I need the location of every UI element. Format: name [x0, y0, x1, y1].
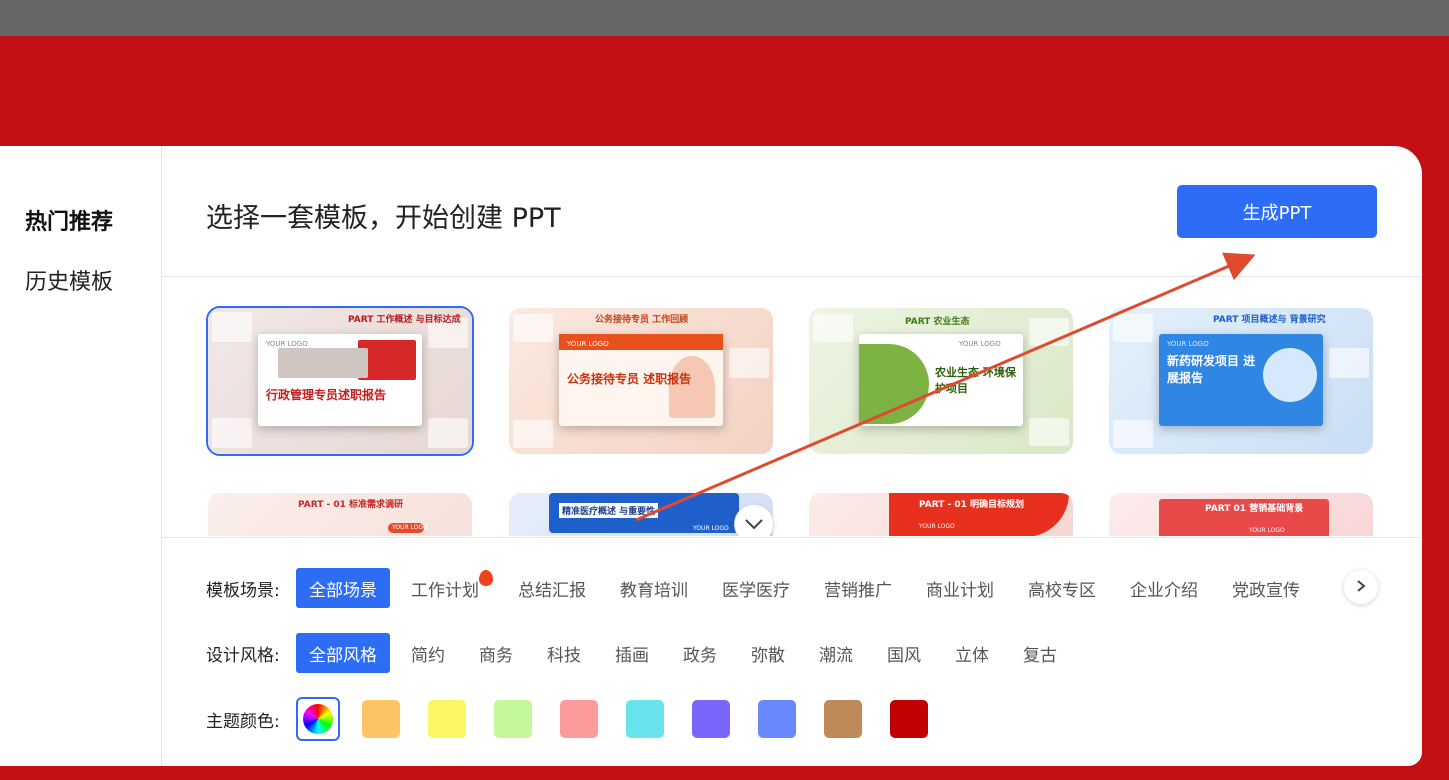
color-swatch[interactable]: [824, 700, 862, 738]
browser-topbar: [0, 0, 1449, 36]
template-part-label: PART 项目概述与 背景研究: [1213, 315, 1326, 325]
chevron-right-icon: [1356, 578, 1366, 597]
style-chip-tech[interactable]: 科技: [534, 633, 594, 673]
style-chip-3d[interactable]: 立体: [942, 633, 1002, 673]
filter-panel: 模板场景: 全部场景 工作计划 总结汇报 教育培训 医学医疗 营销推广 商业计划…: [162, 537, 1422, 766]
template-panel: 热门推荐 历史模板 选择一套模板，开始创建 PPT 生成PPT PART 工作概…: [0, 146, 1422, 766]
template-title: 行政管理专员述职报告: [266, 388, 387, 402]
header: 选择一套模板，开始创建 PPT 生成PPT: [162, 146, 1422, 277]
template-logo: YOUR LOGO: [392, 524, 428, 531]
template-cover: YOUR LOGO 公务接待专员 述职报告: [559, 334, 723, 426]
scene-filter-row: 模板场景: 全部场景 工作计划 总结汇报 教育培训 医学医疗 营销推广 商业计划…: [206, 568, 1321, 608]
scene-chip-work-plan[interactable]: 工作计划: [398, 568, 497, 608]
template-logo: YOUR LOGO: [266, 340, 308, 348]
style-chip-business[interactable]: 商务: [466, 633, 526, 673]
scene-chip-campus[interactable]: 高校专区: [1015, 568, 1109, 608]
template-cover: YOUR LOGO 农业生态 环境保护项目: [859, 334, 1023, 426]
style-chip-simple[interactable]: 简约: [398, 633, 458, 673]
rainbow-wheel-icon: [303, 704, 333, 734]
sidebar-item-hot[interactable]: 热门推荐: [25, 204, 113, 236]
template-part-label: 公务接待专员 工作回顾: [595, 315, 689, 325]
generate-ppt-button[interactable]: 生成PPT: [1177, 185, 1377, 238]
template-logo: YOUR LOGO: [1167, 340, 1209, 348]
template-cover: YOUR LOGO 新药研发项目 进展报告: [1159, 334, 1323, 426]
template-card[interactable]: PART - 01 标准需求调研 YOUR LOGO: [208, 493, 472, 536]
template-title: 公务接待专员 述职报告: [567, 372, 692, 386]
template-logo: YOUR LOGO: [1249, 527, 1285, 534]
template-card[interactable]: PART 农业生态 YOUR LOGO 农业生态 环境保护项目: [809, 308, 1073, 454]
color-swatch[interactable]: [758, 700, 796, 738]
scene-chip-medical[interactable]: 医学医疗: [709, 568, 803, 608]
template-logo: YOUR LOGO: [919, 523, 955, 530]
template-card[interactable]: PART 工作概述 与目标达成 YOUR LOGO 行政管理专员述职报告: [206, 306, 474, 456]
style-chip-all[interactable]: 全部风格: [296, 633, 390, 673]
template-part-label: 精准医疗概述 与重要性: [559, 503, 659, 518]
style-chip-chinese[interactable]: 国风: [874, 633, 934, 673]
color-swatch[interactable]: [692, 700, 730, 738]
template-card[interactable]: 公务接待专员 工作回顾 YOUR LOGO 公务接待专员 述职报告: [509, 308, 773, 454]
color-swatch[interactable]: [560, 700, 598, 738]
style-chip-retro[interactable]: 复古: [1010, 633, 1070, 673]
scene-filter-label: 模板场景:: [206, 580, 280, 601]
chevron-down-icon: [744, 515, 764, 534]
page-title: 选择一套模板，开始创建 PPT: [206, 203, 561, 234]
color-swatch[interactable]: [428, 700, 466, 738]
template-part-label: PART 工作概述 与目标达成: [348, 315, 461, 325]
template-cover: YOUR LOGO 行政管理专员述职报告: [258, 334, 422, 426]
template-grid: PART 工作概述 与目标达成 YOUR LOGO 行政管理专员述职报告 公务接…: [162, 278, 1422, 536]
scene-chip-education[interactable]: 教育培训: [607, 568, 701, 608]
expand-button[interactable]: [734, 504, 774, 536]
style-chip-government[interactable]: 政务: [670, 633, 730, 673]
color-filter-row: 主题颜色:: [206, 697, 956, 741]
template-logo: YOUR LOGO: [567, 340, 609, 348]
style-chip-trend[interactable]: 潮流: [806, 633, 866, 673]
color-swatch[interactable]: [890, 700, 928, 738]
fire-icon: [479, 570, 493, 586]
scene-chip-label: 工作计划: [411, 580, 479, 601]
sidebar: 热门推荐 历史模板: [0, 146, 162, 766]
template-title: 新药研发项目 进展报告: [1167, 354, 1256, 385]
style-chip-illustration[interactable]: 插画: [602, 633, 662, 673]
watermark: CSDN @AI仙人掌: [1238, 744, 1393, 766]
template-card[interactable]: PART 01 营销基础背景 YOUR LOGO: [1109, 493, 1373, 536]
template-title: 农业生态 环境保护项目: [935, 366, 1016, 395]
template-part-label: PART - 01 明确目标规划: [919, 500, 1025, 510]
style-chip-diffuse[interactable]: 弥散: [738, 633, 798, 673]
template-card[interactable]: 精准医疗概述 与重要性 YOUR LOGO: [509, 493, 773, 536]
color-swatch-all[interactable]: [296, 697, 340, 741]
template-card[interactable]: PART 项目概述与 背景研究 YOUR LOGO 新药研发项目 进展报告: [1109, 308, 1373, 454]
scene-chip-company[interactable]: 企业介绍: [1117, 568, 1211, 608]
scene-chip-marketing[interactable]: 营销推广: [811, 568, 905, 608]
color-swatch[interactable]: [362, 700, 400, 738]
scene-chip-business-plan[interactable]: 商业计划: [913, 568, 1007, 608]
scene-chip-all[interactable]: 全部场景: [296, 568, 390, 608]
template-part-label: PART 01 营销基础背景: [1205, 504, 1304, 514]
sidebar-item-history[interactable]: 历史模板: [25, 264, 113, 296]
style-filter-row: 设计风格: 全部风格 简约 商务 科技 插画 政务 弥散 潮流 国风 立体 复古: [206, 633, 1078, 673]
scene-scroll-next-button[interactable]: [1344, 570, 1378, 604]
template-part-label: PART - 01 标准需求调研: [298, 500, 404, 510]
template-logo: YOUR LOGO: [693, 525, 729, 532]
style-filter-label: 设计风格:: [206, 645, 280, 666]
template-card[interactable]: PART - 01 明确目标规划 YOUR LOGO: [809, 493, 1073, 536]
scene-chip-party[interactable]: 党政宣传: [1219, 568, 1313, 608]
template-logo: YOUR LOGO: [959, 340, 1001, 348]
color-swatch[interactable]: [626, 700, 664, 738]
scene-chip-summary[interactable]: 总结汇报: [505, 568, 599, 608]
template-part-label: PART 农业生态: [905, 317, 970, 327]
color-filter-label: 主题颜色:: [206, 711, 280, 732]
color-swatch[interactable]: [494, 700, 532, 738]
